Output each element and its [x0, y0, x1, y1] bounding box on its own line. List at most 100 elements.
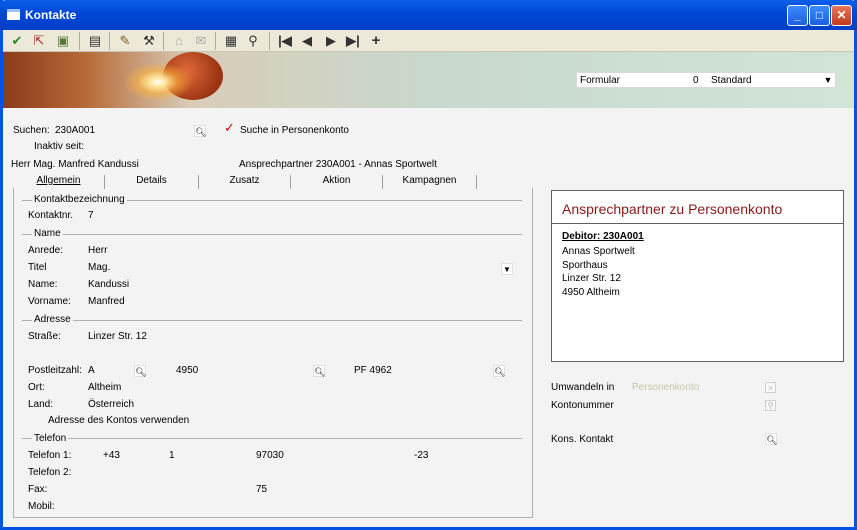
banner-flare-image [123, 62, 193, 102]
toolbar-separator [269, 32, 270, 50]
tab-zusatz[interactable]: Zusatz [199, 175, 291, 189]
tab-kampagnen[interactable]: Kampagnen [383, 175, 477, 189]
first-icon[interactable]: |◀ [277, 33, 293, 49]
tab-aktion[interactable]: Aktion [291, 175, 383, 189]
toolbar: ✔ ⇱ ▣ ▤ ✎ ⚒ ⌂ ✉ ▦ ⚲ |◀ ◀ ▶ ▶| + [3, 30, 854, 52]
title-bar[interactable]: Kontakte _ □ ✕ [0, 0, 857, 30]
tab-bar: Allgemein Details Zusatz Aktion Kampagne… [13, 175, 533, 189]
search-icon[interactable]: 🔍︎ [134, 365, 146, 377]
window-icon [7, 9, 20, 20]
minimize-button[interactable]: _ [787, 5, 808, 26]
search-icon[interactable]: 🔍︎ [313, 365, 325, 377]
add-icon[interactable]: + [368, 33, 384, 49]
partner-address-line: Linzer Str. 12 [562, 273, 621, 284]
formular-value: Standard [711, 75, 752, 86]
edit-icon[interactable]: ✎ [117, 33, 133, 49]
maximize-button[interactable]: □ [809, 5, 830, 26]
folder-icon[interactable]: ⌂ [171, 33, 187, 49]
formular-number: 0 [693, 75, 699, 86]
vorname-field[interactable]: Manfred [88, 296, 125, 307]
name-field[interactable]: Kandussi [88, 279, 129, 290]
next-icon[interactable]: ▶ [323, 33, 339, 49]
divider [552, 223, 843, 224]
tel1-label: Telefon 1: [28, 450, 72, 461]
ort-label: Ort: [28, 382, 45, 393]
anrede-label: Anrede: [28, 245, 64, 256]
group-divider [22, 320, 522, 321]
search-personenkonto-checkbox[interactable]: ✓ [224, 120, 235, 136]
debitor-label: Debitor: 230A001 [562, 231, 644, 242]
filter-icon[interactable]: ⚲ [245, 33, 261, 49]
calendar-icon[interactable]: ▦ [223, 33, 239, 49]
partner-info-box: Ansprechpartner zu Personenkonto Debitor… [551, 190, 844, 362]
group-telefon-label: Telefon [32, 433, 69, 444]
tel2-label: Telefon 2: [28, 467, 72, 478]
ort-field[interactable]: Altheim [88, 382, 121, 393]
inactive-label: Inaktiv seit: [34, 141, 85, 152]
search-icon[interactable]: ⚲ [765, 400, 776, 411]
partner-address-line: Sporthaus [562, 260, 608, 271]
toolbar-separator [109, 32, 110, 50]
search-icon[interactable]: 🔍︎ [765, 433, 777, 445]
toolbar-separator [215, 32, 216, 50]
tel1-cc-field[interactable]: +43 [103, 450, 120, 461]
chevron-down-icon[interactable]: ▼ [501, 263, 513, 275]
toolbar-separator [163, 32, 164, 50]
tab-details[interactable]: Details [105, 175, 199, 189]
adresse-konto-checkbox[interactable]: Adresse des Kontos verwenden [48, 415, 189, 426]
person-name: Herr Mag. Manfred Kandussi [11, 159, 139, 170]
tab-allgemein[interactable]: Allgemein [13, 175, 105, 189]
search-icon[interactable]: 🔍︎ [194, 125, 206, 137]
toolbar-separator [79, 32, 80, 50]
kontakte-window: Kontakte _ □ ✕ ✔ ⇱ ▣ ▤ ✎ ⚒ ⌂ ✉ ▦ ⚲ |◀ ◀ … [0, 0, 857, 530]
search-icon[interactable]: 🔍︎ [493, 365, 505, 377]
plz-field[interactable]: 4950 [176, 365, 198, 376]
plz-country-field[interactable]: A [88, 365, 95, 376]
group-divider [22, 438, 522, 439]
prev-icon[interactable]: ◀ [299, 33, 315, 49]
kontonummer-label: Kontonummer [551, 400, 614, 411]
search-input[interactable]: 230A001 [55, 125, 95, 136]
plz-label: Postleitzahl: [28, 365, 82, 376]
fax-label: Fax: [28, 484, 48, 495]
search-personenkonto-label: Suche in Personenkonto [240, 125, 349, 136]
umwandeln-button[interactable]: » [765, 382, 776, 393]
tel1-area-field[interactable]: 1 [169, 450, 175, 461]
formular-label: Formular [580, 75, 621, 86]
close-button[interactable]: ✕ [831, 5, 852, 26]
last-icon[interactable]: ▶| [345, 33, 361, 49]
chevron-down-icon[interactable]: ▼ [821, 73, 835, 87]
formular-select[interactable]: Formular 0 Standard ▼ [576, 72, 836, 88]
land-field[interactable]: Österreich [88, 399, 134, 410]
pf-field[interactable]: PF 4962 [354, 365, 392, 376]
kons-kontakt-label: Kons. Kontakt [551, 434, 614, 445]
window-title: Kontakte [25, 8, 77, 22]
mail-icon[interactable]: ✉ [193, 33, 209, 49]
umwandeln-label: Umwandeln in [551, 382, 615, 393]
print-icon[interactable]: ▣ [55, 33, 71, 49]
land-label: Land: [28, 399, 54, 410]
partner-address-line: 4950 Altheim [562, 287, 620, 298]
allgemein-panel: Kontaktbezeichnung Kontaktnr. 7 Name Anr… [13, 188, 533, 518]
strasse-label: Straße: [28, 331, 61, 342]
strasse-field[interactable]: Linzer Str. 12 [88, 331, 147, 342]
exit-icon[interactable]: ⇱ [31, 33, 47, 49]
tools-icon[interactable]: ⚒ [141, 33, 157, 49]
umwandeln-value: Personenkonto [632, 382, 700, 393]
check-icon[interactable]: ✔ [9, 33, 25, 49]
fax-ext-field[interactable]: 75 [256, 484, 267, 495]
tel1-number-field[interactable]: 97030 [256, 450, 284, 461]
tel1-ext-field[interactable]: -23 [414, 450, 428, 461]
anrede-field[interactable]: Herr [88, 245, 107, 256]
titel-field[interactable]: Mag. [88, 262, 110, 273]
kontaktnr-label: Kontaktnr. [28, 210, 74, 221]
titel-label: Titel [28, 262, 47, 273]
vorname-label: Vorname: [28, 296, 71, 307]
search-label: Suchen: [13, 125, 50, 136]
mobil-label: Mobil: [28, 501, 55, 512]
form-icon[interactable]: ▤ [87, 33, 103, 49]
kontaktnr-field[interactable]: 7 [88, 210, 94, 221]
partner-info-heading: Ansprechpartner zu Personenkonto [562, 201, 783, 217]
group-divider [22, 234, 522, 235]
name-label: Name: [28, 279, 58, 290]
